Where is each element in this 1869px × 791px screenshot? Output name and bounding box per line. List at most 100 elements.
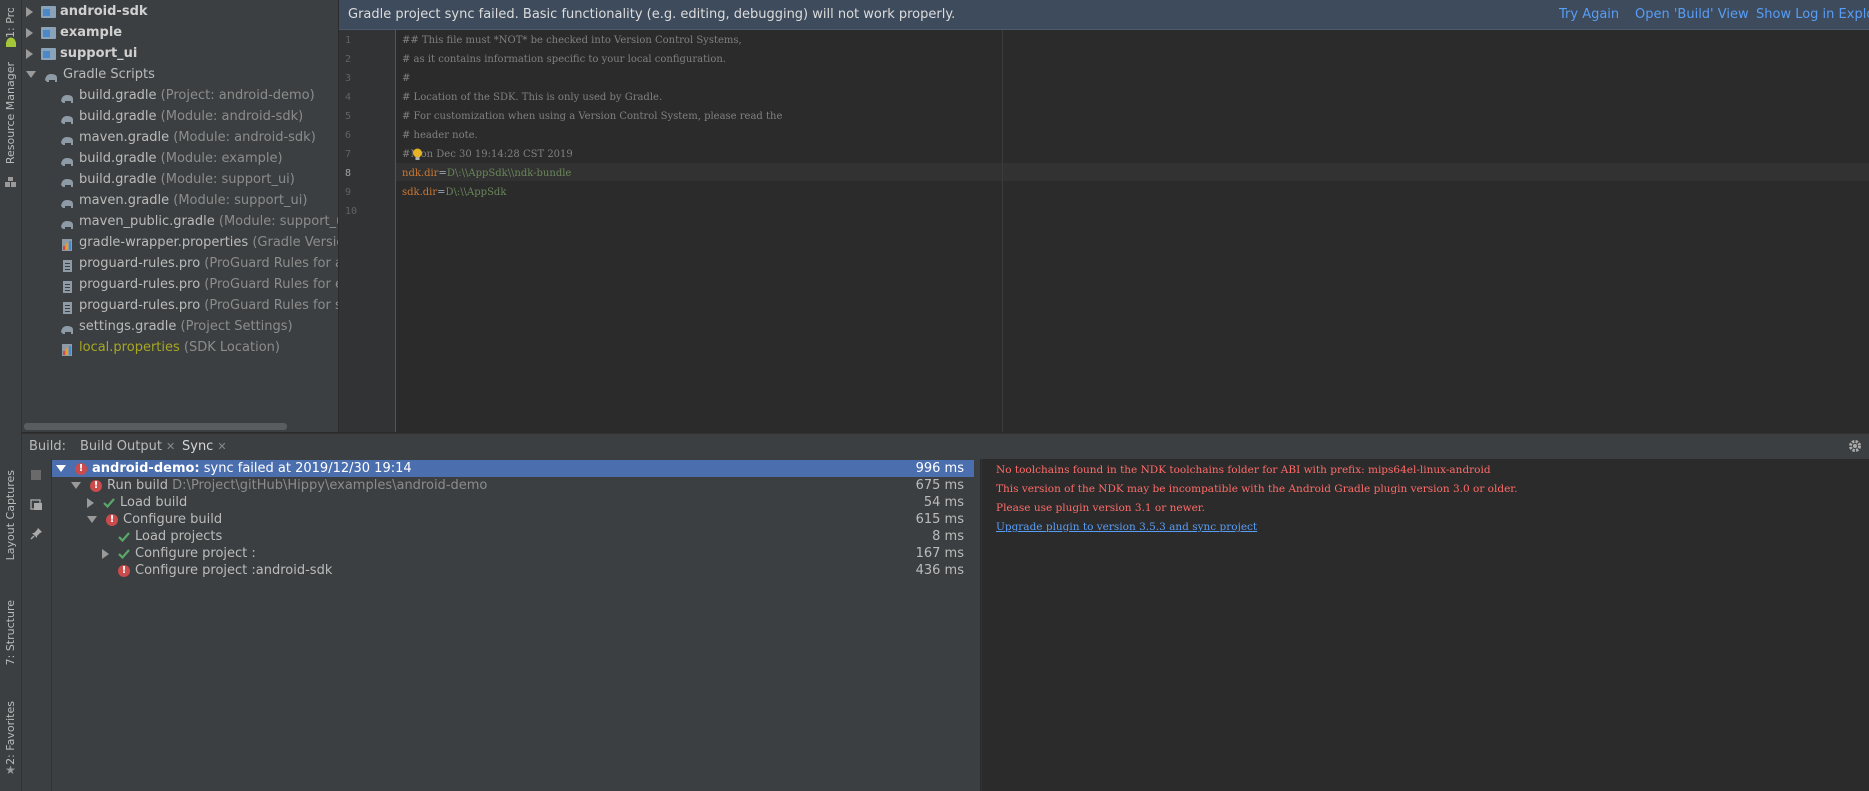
collapse-arrow-icon[interactable]: [26, 71, 36, 78]
module-folder-icon: [41, 5, 56, 18]
line-number: 6: [345, 130, 352, 141]
line-number: 9: [345, 187, 352, 198]
tree-file-row[interactable]: proguard-rules.pro (ProGuard Rules for s…: [60, 295, 338, 316]
stop-icon[interactable]: [30, 469, 43, 482]
build-row-configure-build[interactable]: Configure build615 ms: [52, 511, 974, 528]
build-console-output[interactable]: No toolchains found in the NDK toolchain…: [981, 459, 1869, 791]
tree-file-row[interactable]: build.gradle (Module: android-sdk): [60, 106, 303, 127]
expand-arrow-icon[interactable]: [87, 497, 94, 508]
tab-build-output[interactable]: Build Output ✕: [80, 434, 175, 459]
properties-file-icon: [60, 342, 75, 356]
layout-captures-tab-label: Layout Captures: [4, 469, 17, 561]
collapse-arrow-icon[interactable]: [56, 465, 66, 472]
code-line: #Mon Dec 30 19:14:28 CST 2019: [402, 149, 573, 160]
code-text[interactable]: ## This file must *NOT* be checked into …: [396, 30, 1869, 432]
line-number: 2: [345, 54, 352, 65]
build-tree: android-demo: sync failed at 2019/12/30 …: [52, 459, 980, 791]
text-file-icon: [60, 300, 75, 314]
structure-tab-label: 7: Structure: [4, 599, 17, 666]
module-folder-icon: [41, 26, 56, 39]
expand-arrow-icon[interactable]: [26, 48, 33, 59]
collapse-arrow-icon[interactable]: [71, 482, 81, 489]
code-line-sdk: sdk.dir=D\:\\AppSdk: [402, 187, 507, 198]
tree-file-row[interactable]: build.gradle (Project: android-demo): [60, 85, 315, 106]
project-horizontal-scrollbar[interactable]: [24, 423, 287, 430]
structure-tab[interactable]: 7: Structure: [0, 590, 21, 675]
tree-file-row[interactable]: settings.gradle (Project Settings): [60, 316, 293, 337]
tree-file-row[interactable]: proguard-rules.pro (ProGuard Rules for e…: [60, 274, 338, 295]
tree-file-row[interactable]: proguard-rules.pro (ProGuard Rules for a…: [60, 253, 338, 274]
error-icon: [106, 512, 118, 528]
tree-file-row[interactable]: build.gradle (Module: example): [60, 148, 283, 169]
gradle-file-icon: [60, 132, 75, 145]
resource-manager-icon: [0, 175, 21, 189]
build-row-load-projects[interactable]: Load projects 8 ms: [52, 528, 974, 545]
build-row-run-build[interactable]: Run build D:\Project\gitHub\Hippy\exampl…: [52, 477, 974, 494]
build-row-configure-project-root[interactable]: Configure project :167 ms: [52, 545, 974, 562]
layout-captures-tab[interactable]: Layout Captures: [0, 460, 21, 570]
line-number: 10: [345, 206, 358, 217]
code-line: # as it contains information specific to…: [402, 54, 726, 65]
tree-file-row-local-properties[interactable]: local.properties (SDK Location): [60, 337, 280, 358]
build-row-configure-project-android-sdk[interactable]: Configure project :android-sdk436 ms: [52, 562, 974, 579]
favorites-tab-label: 2: Favorites: [4, 700, 17, 765]
code-line: #: [402, 73, 411, 84]
tree-item-example[interactable]: example: [26, 22, 122, 43]
line-number: 7: [345, 149, 352, 160]
gradle-file-icon: [60, 174, 75, 187]
line-number: 4: [345, 92, 352, 103]
gradle-file-icon: [60, 153, 75, 166]
expand-arrow-icon[interactable]: [26, 27, 33, 38]
build-row-android-demo[interactable]: android-demo: sync failed at 2019/12/30 …: [52, 460, 974, 477]
code-line: # Location of the SDK. This is only used…: [402, 92, 663, 103]
tree-file-row[interactable]: maven.gradle (Module: support_ui): [60, 190, 307, 211]
module-folder-icon: [41, 47, 56, 60]
build-label: Build:: [29, 439, 67, 454]
tree-item-gradle-scripts[interactable]: Gradle Scripts: [26, 64, 155, 85]
open-build-view-link[interactable]: Open 'Build' View: [1635, 0, 1749, 29]
close-icon[interactable]: ✕: [166, 440, 175, 453]
star-icon: ★: [5, 763, 16, 777]
gradle-file-icon: [60, 195, 75, 208]
build-row-load-build[interactable]: Load build 54 ms: [52, 494, 974, 511]
gradle-elephant-icon: [44, 69, 59, 82]
sync-failed-banner: Gradle project sync failed. Basic functi…: [339, 0, 1869, 30]
line-number: 1: [345, 35, 352, 46]
error-icon: [75, 461, 87, 477]
gradle-file-icon: [60, 321, 75, 334]
gradle-file-icon: [60, 111, 75, 124]
check-icon: [103, 497, 115, 509]
code-line: ## This file must *NOT* be checked into …: [402, 35, 742, 46]
code-line: # header note.: [402, 130, 478, 141]
editor-gutter: 1 2 3 4 5 6 7 8 9 10: [339, 30, 396, 432]
pin-icon[interactable]: [30, 527, 43, 540]
tree-item-android-sdk[interactable]: android-sdk: [26, 1, 148, 22]
show-log-link[interactable]: Show Log in Explor: [1756, 0, 1869, 29]
line-number-current: 8: [345, 168, 352, 179]
collapse-arrow-icon[interactable]: [87, 516, 97, 523]
gradle-file-icon: [60, 90, 75, 103]
error-icon: [90, 478, 102, 494]
upgrade-plugin-link[interactable]: Upgrade plugin to version 3.5.3 and sync…: [996, 521, 1257, 533]
filter-icon[interactable]: [30, 498, 43, 511]
text-file-icon: [60, 258, 75, 272]
intention-bulb-icon[interactable]: [412, 148, 423, 165]
expand-arrow-icon[interactable]: [26, 6, 33, 17]
build-tool-window-header: Build: Build Output ✕ Sync ✕: [22, 433, 1869, 459]
tree-file-row[interactable]: build.gradle (Module: support_ui): [60, 169, 295, 190]
try-again-link[interactable]: Try Again: [1559, 0, 1619, 29]
check-icon: [118, 548, 130, 560]
gear-icon[interactable]: [1848, 439, 1862, 457]
tree-file-row[interactable]: maven.gradle (Module: android-sdk): [60, 127, 316, 148]
tree-item-support-ui[interactable]: support_ui: [26, 43, 137, 64]
resource-manager-tab[interactable]: Resource Manager: [0, 58, 21, 168]
banner-message: Gradle project sync failed. Basic functi…: [348, 7, 956, 22]
android-icon: [0, 34, 21, 48]
gradle-file-icon: [60, 216, 75, 229]
expand-arrow-icon[interactable]: [102, 548, 109, 559]
tab-sync[interactable]: Sync ✕: [182, 434, 227, 459]
code-line: # For customization when using a Version…: [402, 111, 783, 122]
tree-file-row[interactable]: maven_public.gradle (Module: support_ui): [60, 211, 338, 232]
close-icon[interactable]: ✕: [217, 440, 226, 453]
tree-file-row[interactable]: gradle-wrapper.properties (Gradle Versio…: [60, 232, 338, 253]
